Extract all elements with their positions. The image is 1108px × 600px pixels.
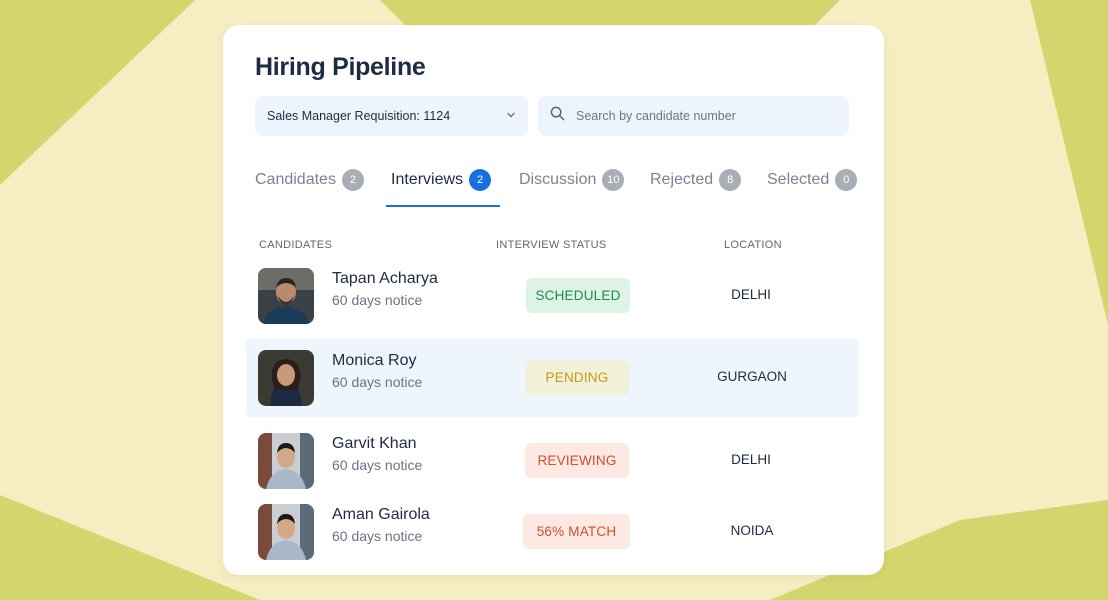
column-header-candidates: CANDIDATES	[259, 239, 333, 251]
avatar	[258, 350, 314, 406]
avatar	[258, 504, 314, 560]
tab-count-badge: 2	[341, 169, 364, 191]
column-header-location: LOCATION	[724, 239, 782, 251]
status-badge: REVIEWING	[525, 443, 629, 478]
tab-candidates[interactable]: Candidates 2	[255, 169, 364, 209]
candidate-notice: 60 days notice	[332, 457, 423, 473]
hiring-pipeline-card: Hiring Pipeline Sales Manager Requisitio…	[223, 25, 884, 575]
candidate-location: NOIDA	[730, 523, 774, 538]
candidate-name: Garvit Khan	[332, 435, 417, 452]
tab-selected[interactable]: Selected 0	[767, 169, 858, 209]
tab-discussion[interactable]: Discussion 10	[519, 169, 625, 209]
page-title: Hiring Pipeline	[255, 53, 426, 81]
requisition-select[interactable]: Sales Manager Requisition: 1124	[255, 96, 528, 136]
tab-label: Interviews	[391, 171, 464, 188]
candidate-name: Aman Gairola	[332, 506, 430, 523]
table-row[interactable]: Garvit Khan 60 days notice REVIEWING DEL…	[246, 422, 859, 500]
table-row[interactable]: Aman Gairola 60 days notice 56% MATCH NO…	[246, 493, 859, 571]
column-header-interview-status: INTERVIEW STATUS	[496, 239, 607, 251]
candidate-location: GURGAON	[717, 369, 787, 384]
status-badge: SCHEDULED	[526, 278, 630, 313]
active-tab-indicator	[386, 205, 500, 207]
search-input[interactable]	[574, 108, 837, 124]
search-icon	[550, 106, 565, 126]
tab-label: Selected	[767, 171, 830, 188]
chevron-down-icon	[506, 107, 516, 125]
candidate-location: DELHI	[731, 287, 771, 302]
candidate-name: Monica Roy	[332, 352, 417, 369]
tab-label: Candidates	[255, 171, 336, 188]
candidate-notice: 60 days notice	[332, 374, 423, 390]
tab-interviews[interactable]: Interviews 2	[391, 169, 492, 209]
search-box[interactable]	[538, 96, 849, 136]
tab-label: Rejected	[650, 171, 714, 188]
status-badge: 56% MATCH	[523, 514, 630, 549]
tab-label: Discussion	[519, 171, 597, 188]
tab-count-badge: 8	[719, 169, 742, 191]
candidate-name: Tapan Acharya	[332, 270, 438, 287]
status-badge: PENDING	[525, 360, 629, 395]
candidate-notice: 60 days notice	[332, 292, 423, 308]
requisition-select-label: Sales Manager Requisition: 1124	[267, 109, 451, 123]
tab-count-badge: 0	[835, 169, 858, 191]
tab-rejected[interactable]: Rejected 8	[650, 169, 742, 209]
avatar	[258, 433, 314, 489]
candidate-notice: 60 days notice	[332, 528, 423, 544]
pipeline-tabs: Candidates 2 Interviews 2 Discussion 10 …	[223, 163, 884, 211]
tab-count-badge: 2	[469, 169, 492, 191]
table-row[interactable]: Monica Roy 60 days notice PENDING GURGAO…	[246, 339, 859, 417]
table-row[interactable]: Tapan Acharya 60 days notice SCHEDULED D…	[246, 257, 859, 335]
candidate-location: DELHI	[731, 452, 771, 467]
avatar	[258, 268, 314, 324]
tab-count-badge: 10	[602, 169, 625, 191]
